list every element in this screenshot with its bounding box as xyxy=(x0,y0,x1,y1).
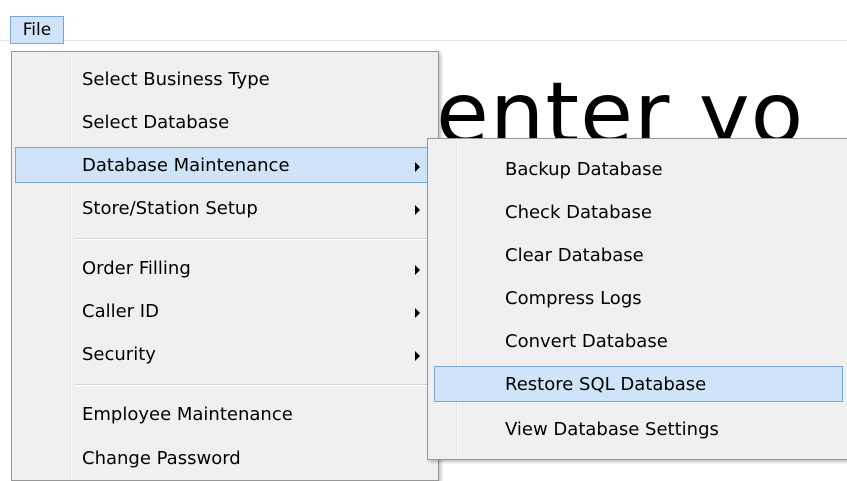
menu-item-label: Clear Database xyxy=(505,245,644,266)
database-maintenance-submenu: Backup Database Check Database Clear Dat… xyxy=(427,138,847,460)
menu-item-restore-sql-database[interactable]: Restore SQL Database xyxy=(434,366,843,402)
menu-item-label: Order Filling xyxy=(82,258,191,279)
menu-item-convert-database[interactable]: Convert Database xyxy=(434,323,843,359)
menu-item-label: Select Database xyxy=(82,112,230,133)
menu-item-label: Change Password xyxy=(82,448,241,469)
submenu-arrow-icon xyxy=(415,265,420,275)
menu-item-change-password[interactable]: Change Password xyxy=(15,440,435,476)
menu-separator xyxy=(74,238,435,240)
menu-item-store-station-setup[interactable]: Store/Station Setup xyxy=(15,190,435,226)
menu-item-select-database[interactable]: Select Database xyxy=(15,104,435,140)
menu-item-security[interactable]: Security xyxy=(15,336,435,372)
file-menu-button[interactable]: File xyxy=(10,16,64,44)
menu-item-label: View Database Settings xyxy=(505,419,719,440)
menu-item-employee-maintenance[interactable]: Employee Maintenance xyxy=(15,396,435,432)
submenu-arrow-icon xyxy=(415,205,420,215)
menu-item-caller-id[interactable]: Caller ID xyxy=(15,293,435,329)
menu-item-order-filling[interactable]: Order Filling xyxy=(15,250,435,286)
menu-item-label: Compress Logs xyxy=(505,288,642,309)
menu-item-compress-logs[interactable]: Compress Logs xyxy=(434,280,843,316)
menu-item-label: Security xyxy=(82,344,156,365)
menu-separator xyxy=(74,384,435,386)
menu-item-label: Select Business Type xyxy=(82,69,270,90)
menu-item-select-business-type[interactable]: Select Business Type xyxy=(15,61,435,97)
menu-item-label: Database Maintenance xyxy=(82,155,290,176)
menu-item-database-maintenance[interactable]: Database Maintenance xyxy=(15,147,435,183)
menu-item-view-database-settings[interactable]: View Database Settings xyxy=(434,411,843,447)
menu-item-label: Store/Station Setup xyxy=(82,198,258,219)
submenu-arrow-icon xyxy=(415,162,420,172)
menu-item-label: Restore SQL Database xyxy=(505,374,707,395)
menu-item-label: Caller ID xyxy=(82,301,159,322)
submenu-arrow-icon xyxy=(415,308,420,318)
menu-item-clear-database[interactable]: Clear Database xyxy=(434,237,843,273)
submenu-arrow-icon xyxy=(415,351,420,361)
menu-bar: File xyxy=(0,0,847,44)
menu-item-check-database[interactable]: Check Database xyxy=(434,194,843,230)
menu-item-label: Backup Database xyxy=(505,159,663,180)
menu-item-label: Employee Maintenance xyxy=(82,404,293,425)
menu-item-label: Convert Database xyxy=(505,331,668,352)
menu-item-label: Check Database xyxy=(505,202,652,223)
file-menu-dropdown: Select Business Type Select Database Dat… xyxy=(11,51,439,481)
menu-item-backup-database[interactable]: Backup Database xyxy=(434,151,843,187)
